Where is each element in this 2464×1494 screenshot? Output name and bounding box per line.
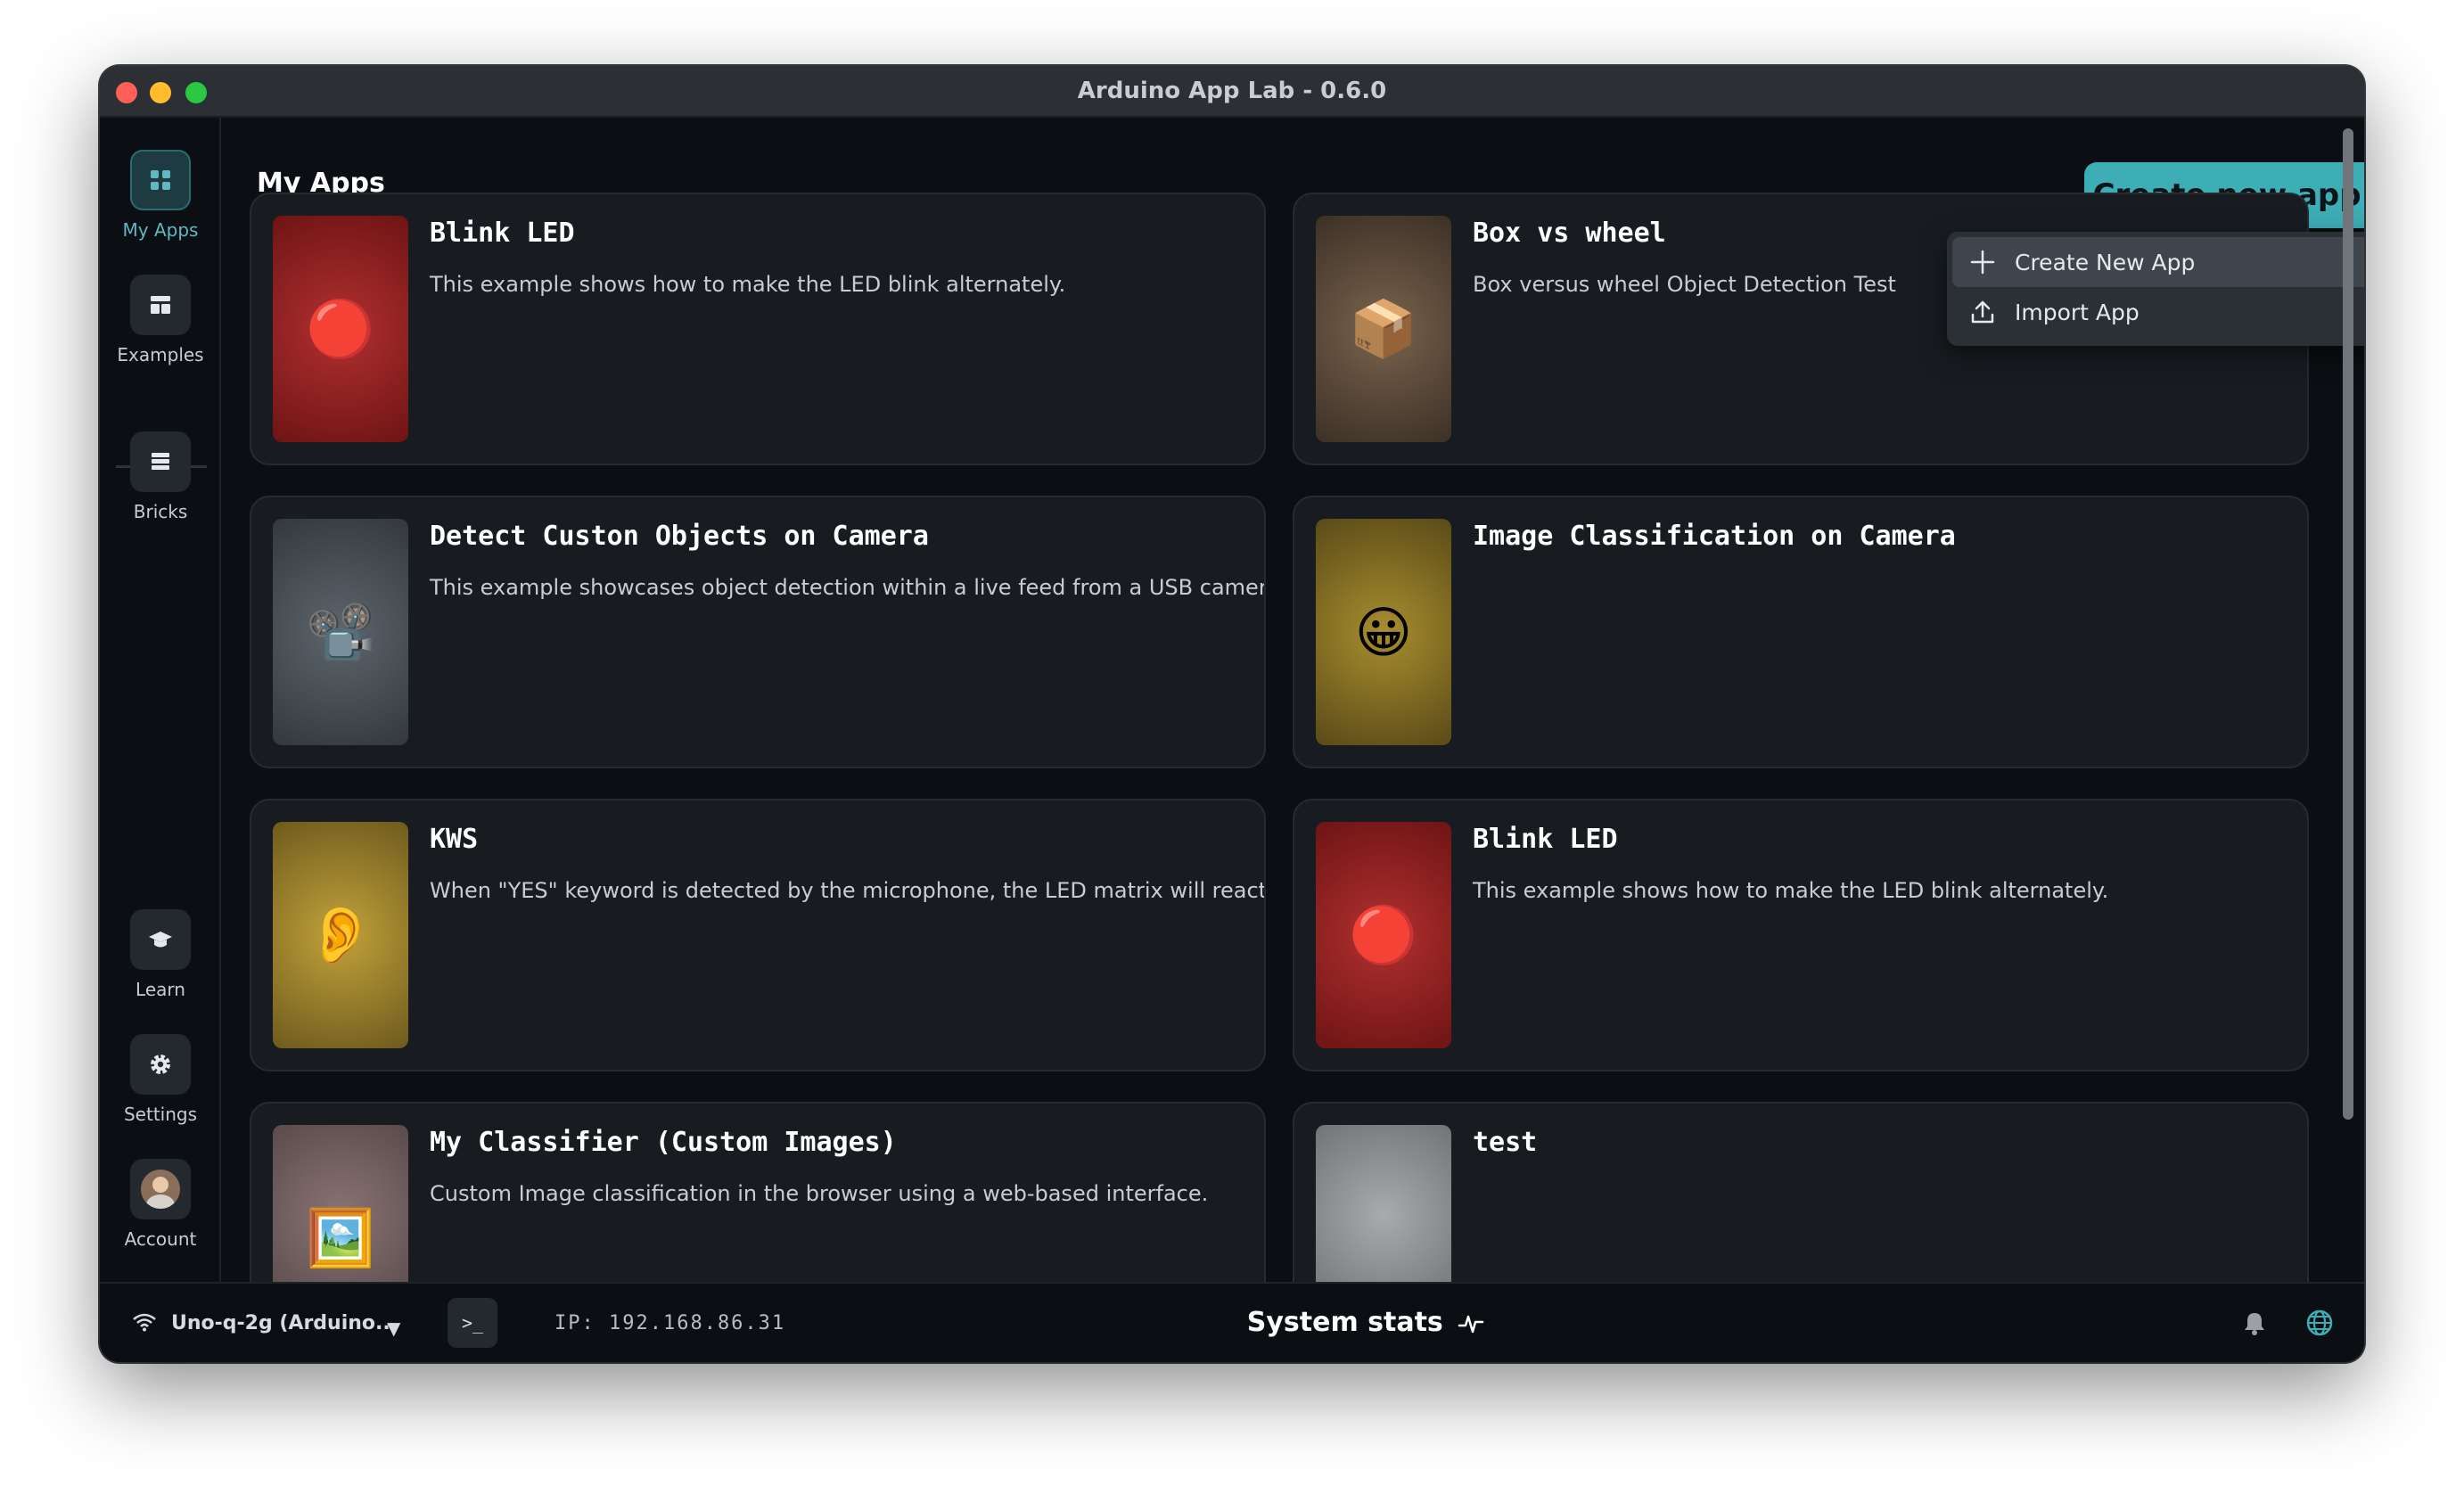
app-window: Arduino App Lab - 0.6.0 My Apps Examples… <box>100 66 2364 1362</box>
create-app-dropdown: Create New App Import App <box>1947 232 2364 346</box>
sidebar-item-learn[interactable]: Learn <box>100 909 221 1000</box>
sidebar-item-label: My Apps <box>122 219 199 241</box>
gear-icon <box>130 1034 191 1095</box>
layout-icon <box>130 275 191 335</box>
app-thumbnail: 📽️ <box>273 519 408 745</box>
app-title: Box vs wheel <box>1473 218 1666 249</box>
status-bar: Uno-q-2g (Arduino... ▼ >_ IP: 192.168.86… <box>100 1282 2364 1362</box>
title-bar: Arduino App Lab - 0.6.0 <box>100 66 2364 118</box>
app-title: KWS <box>430 824 479 855</box>
app-card[interactable]: 🔴 Blink LED This example shows how to ma… <box>1293 799 2309 1071</box>
app-title: Image Classification on Camera <box>1473 521 1956 552</box>
app-thumbnail: 🖼️ <box>273 1125 408 1282</box>
app-description: This example shows how to make the LED b… <box>1473 878 2109 903</box>
app-card[interactable]: 🖼️ My Classifier (Custom Images) Custom … <box>250 1102 1266 1282</box>
app-thumbnail: 🔴 <box>1316 822 1451 1048</box>
led-icon: 🔴 <box>1349 902 1418 967</box>
sidebar-item-my-apps[interactable]: My Apps <box>100 150 221 241</box>
menu-item-import-app[interactable]: Import App <box>1952 287 2364 337</box>
app-description: This example showcases object detection … <box>430 575 1266 600</box>
app-title: Blink LED <box>430 218 575 249</box>
sidebar-item-bricks[interactable]: Bricks <box>100 431 221 522</box>
smiley-icon: 😀 <box>1354 599 1413 665</box>
app-title: Detect Custon Objects on Camera <box>430 521 929 552</box>
sidebar-item-label: Account <box>124 1228 197 1250</box>
camera-icon: 📽️ <box>306 599 375 664</box>
app-title: test <box>1473 1127 1538 1158</box>
main-content: My Apps Create new app + 🔴 Blink LED Thi… <box>223 118 2364 1282</box>
app-description: This example shows how to make the LED b… <box>430 272 1066 297</box>
app-card[interactable]: 📽️ Detect Custon Objects on Camera This … <box>250 496 1266 768</box>
package-icon: 📦 <box>1349 296 1418 361</box>
menu-item-create-new-app[interactable]: Create New App <box>1952 237 2364 287</box>
account-button <box>130 1159 191 1219</box>
app-card[interactable]: 😀 Image Classification on Camera <box>1293 496 2309 768</box>
scrollbar[interactable] <box>2343 128 2353 1120</box>
app-card[interactable]: 👂 KWS When "YES" keyword is detected by … <box>250 799 1266 1071</box>
graduation-cap-icon <box>130 909 191 970</box>
app-description: When "YES" keyword is detected by the mi… <box>430 878 1266 903</box>
app-card[interactable]: 🔴 Blink LED This example shows how to ma… <box>250 193 1266 465</box>
plus-icon <box>1967 249 1999 275</box>
window-title: Arduino App Lab - 0.6.0 <box>1077 78 1387 104</box>
bell-icon[interactable] <box>2243 1310 2266 1339</box>
led-icon: 🔴 <box>306 296 375 361</box>
menu-item-label: Import App <box>2015 299 2140 325</box>
app-title: My Classifier (Custom Images) <box>430 1127 897 1158</box>
image-icon: 🖼️ <box>306 1205 375 1270</box>
sidebar-item-account[interactable]: Account <box>100 1159 221 1250</box>
sidebar-item-label: Bricks <box>133 501 188 522</box>
sidebar-item-examples[interactable]: Examples <box>100 275 221 365</box>
menu-item-label: Create New App <box>2015 249 2196 275</box>
sidebar-item-label: Settings <box>123 1104 198 1125</box>
sidebar-item-label: Learn <box>136 979 185 1000</box>
app-card[interactable]: test <box>1293 1102 2309 1282</box>
app-thumbnail: 🔴 <box>273 216 408 442</box>
app-thumbnail <box>1316 1125 1451 1282</box>
sidebar: My Apps Examples Bricks Learn Settings A… <box>100 118 221 1282</box>
bricks-icon <box>130 431 191 492</box>
sidebar-item-settings[interactable]: Settings <box>100 1034 221 1125</box>
app-title: Blink LED <box>1473 824 1618 855</box>
pulse-icon <box>1458 1315 1484 1333</box>
sidebar-item-label: Examples <box>117 344 204 365</box>
ear-icon: 👂 <box>306 902 375 967</box>
app-description: Custom Image classification in the brows… <box>430 1181 1209 1206</box>
system-stats-label: System stats <box>1246 1307 1443 1338</box>
globe-icon[interactable] <box>2305 1309 2334 1341</box>
grid-icon <box>130 150 191 210</box>
app-thumbnail: 📦 <box>1316 216 1451 442</box>
system-stats-button[interactable]: System stats <box>100 1307 2364 1338</box>
app-thumbnail: 😀 <box>1316 519 1451 745</box>
avatar <box>141 1170 180 1209</box>
upload-icon <box>1967 299 1999 325</box>
app-thumbnail: 👂 <box>273 822 408 1048</box>
